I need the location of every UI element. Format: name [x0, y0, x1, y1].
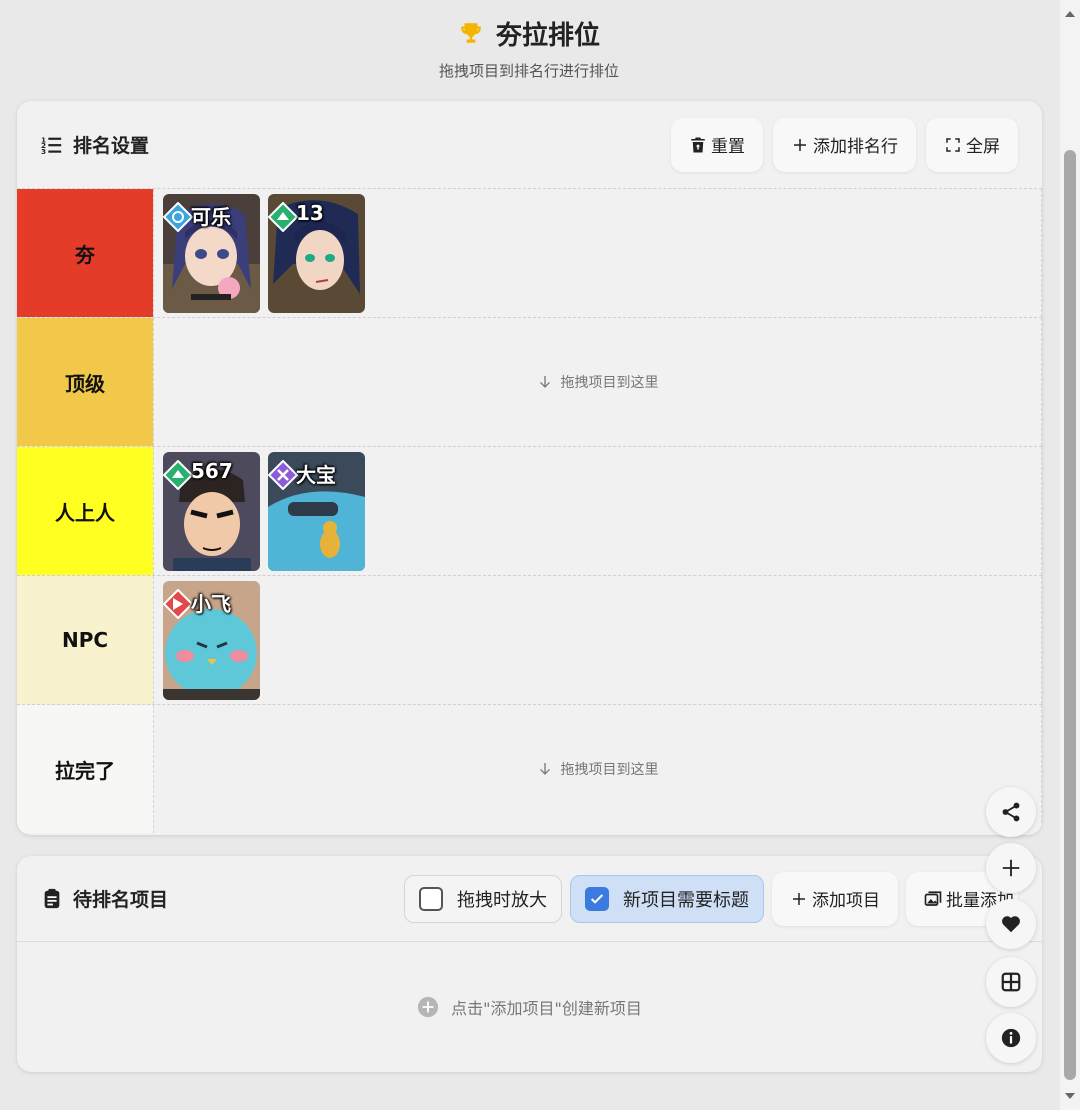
tier-label[interactable]: NPC [17, 576, 153, 704]
add-item-button[interactable]: 添加项目 [772, 871, 898, 926]
scroll-up-arrow-icon[interactable] [1064, 8, 1076, 20]
require-title-label: 新项目需要标题 [623, 889, 749, 911]
plus-icon [1002, 859, 1020, 877]
plus-circle-icon [418, 996, 439, 1017]
item-card[interactable]: 大宝 [268, 451, 365, 571]
trash-icon [691, 137, 705, 152]
tier-drop-zone[interactable]: 拖拽项目到这里 [153, 705, 1042, 833]
ranking-card-title: 排名设置 [73, 135, 150, 157]
share-icon [1002, 802, 1020, 822]
tier-row: 夯 可乐 13 [17, 188, 1042, 317]
ranking-card-header: 1 2 3 排名设置 重置 添加排名行 全屏 [17, 101, 1042, 188]
share-button[interactable] [986, 787, 1036, 837]
tier-row: 顶级 拖拽项目到这里 [17, 317, 1042, 446]
info-icon [1001, 1028, 1021, 1048]
item-card[interactable]: 小飞 [163, 580, 260, 700]
item-card[interactable]: 567 [163, 451, 260, 571]
grid-button[interactable] [986, 957, 1036, 1007]
fullscreen-icon [946, 137, 960, 152]
drop-hint: 拖拽项目到这里 [560, 762, 659, 778]
item-name: 567 [191, 458, 233, 483]
plus-icon [794, 138, 806, 151]
scrollbar[interactable] [1060, 0, 1080, 1110]
tier-label[interactable]: 拉完了 [17, 705, 153, 833]
pending-empty-text: 点击"添加项目"创建新项目 [451, 998, 642, 1018]
add-row-label: 添加排名行 [813, 137, 898, 157]
tier-drop-zone[interactable]: 拖拽项目到这里 [153, 318, 1042, 446]
item-name: 可乐 [191, 204, 231, 229]
pending-empty-state: 点击"添加项目"创建新项目 [17, 942, 1042, 1071]
list-ordered-icon: 1 2 3 [41, 135, 62, 156]
item-name: 小飞 [191, 591, 231, 616]
reset-button[interactable]: 重置 [671, 117, 763, 172]
plus-icon [793, 892, 805, 905]
check-icon [590, 893, 604, 904]
class-badge-icon [163, 201, 193, 232]
info-button[interactable] [986, 1013, 1036, 1063]
arrow-down-icon [539, 763, 550, 775]
ranking-card: 1 2 3 排名设置 重置 添加排名行 全屏 夯 可乐 13 顶级 拖拽项目到这… [17, 101, 1042, 835]
tier-drop-zone[interactable]: 小飞 [153, 576, 1042, 704]
tier-drop-zone[interactable]: 567 大宝 [153, 447, 1042, 575]
clipboard-icon [44, 888, 60, 908]
item-card[interactable]: 可乐 [163, 193, 260, 313]
tier-row: 人上人 567 大宝 [17, 446, 1042, 575]
pending-items-card: 待排名项目 拖拽时放大 新项目需要标题 添加项目 批量添加 点击"添加项目"创建… [17, 856, 1042, 1072]
require-title-toggle[interactable]: 新项目需要标题 [570, 874, 764, 923]
scroll-down-arrow-icon[interactable] [1064, 1090, 1076, 1102]
fullscreen-label: 全屏 [966, 137, 1000, 157]
tier-row: 拉完了 拖拽项目到这里 [17, 704, 1042, 833]
scrollbar-thumb[interactable] [1064, 150, 1076, 1080]
checkbox[interactable] [419, 886, 443, 911]
item-name: 13 [296, 200, 324, 225]
heart-icon [1002, 916, 1020, 933]
item-card[interactable]: 13 [268, 193, 365, 313]
pending-card-header: 待排名项目 拖拽时放大 新项目需要标题 添加项目 批量添加 [17, 856, 1042, 942]
add-button[interactable] [986, 843, 1036, 893]
drop-hint: 拖拽项目到这里 [560, 375, 659, 391]
favorite-button[interactable] [986, 899, 1036, 949]
tier-label[interactable]: 夯 [17, 189, 153, 317]
add-row-button[interactable]: 添加排名行 [773, 117, 916, 172]
tier-drop-zone[interactable]: 可乐 13 [153, 189, 1042, 317]
tier-list: 夯 可乐 13 顶级 拖拽项目到这里 人上人 567 大宝 NPC 小飞 拉完了… [17, 188, 1042, 833]
trophy-icon [461, 23, 481, 43]
page-subtitle: 拖拽项目到排名行进行排位 [438, 62, 619, 80]
enlarge-on-drag-toggle[interactable]: 拖拽时放大 [404, 874, 562, 923]
pending-card-title: 待排名项目 [73, 889, 169, 911]
tier-row: NPC 小飞 [17, 575, 1042, 704]
svg-text:3: 3 [41, 147, 46, 156]
tier-label[interactable]: 顶级 [17, 318, 153, 446]
class-badge-icon [163, 588, 193, 619]
fullscreen-button[interactable]: 全屏 [926, 117, 1018, 172]
arrow-down-icon [539, 376, 550, 388]
class-badge-icon [163, 459, 193, 490]
class-badge-icon [268, 201, 298, 232]
reset-label: 重置 [711, 137, 745, 157]
images-icon [924, 890, 942, 906]
class-badge-icon [268, 459, 298, 490]
page-title: 夯拉排位 [495, 20, 600, 51]
item-name: 大宝 [296, 462, 336, 487]
page: 夯拉排位 拖拽项目到排名行进行排位 1 2 3 排名设置 重置 添加排名行 全屏… [0, 0, 1058, 1110]
add-item-label: 添加项目 [812, 891, 880, 911]
enlarge-on-drag-label: 拖拽时放大 [457, 889, 547, 911]
grid-icon [1001, 972, 1021, 992]
page-header: 夯拉排位 拖拽项目到排名行进行排位 [0, 0, 1058, 100]
tier-label[interactable]: 人上人 [17, 447, 153, 575]
checkbox[interactable] [585, 886, 609, 911]
